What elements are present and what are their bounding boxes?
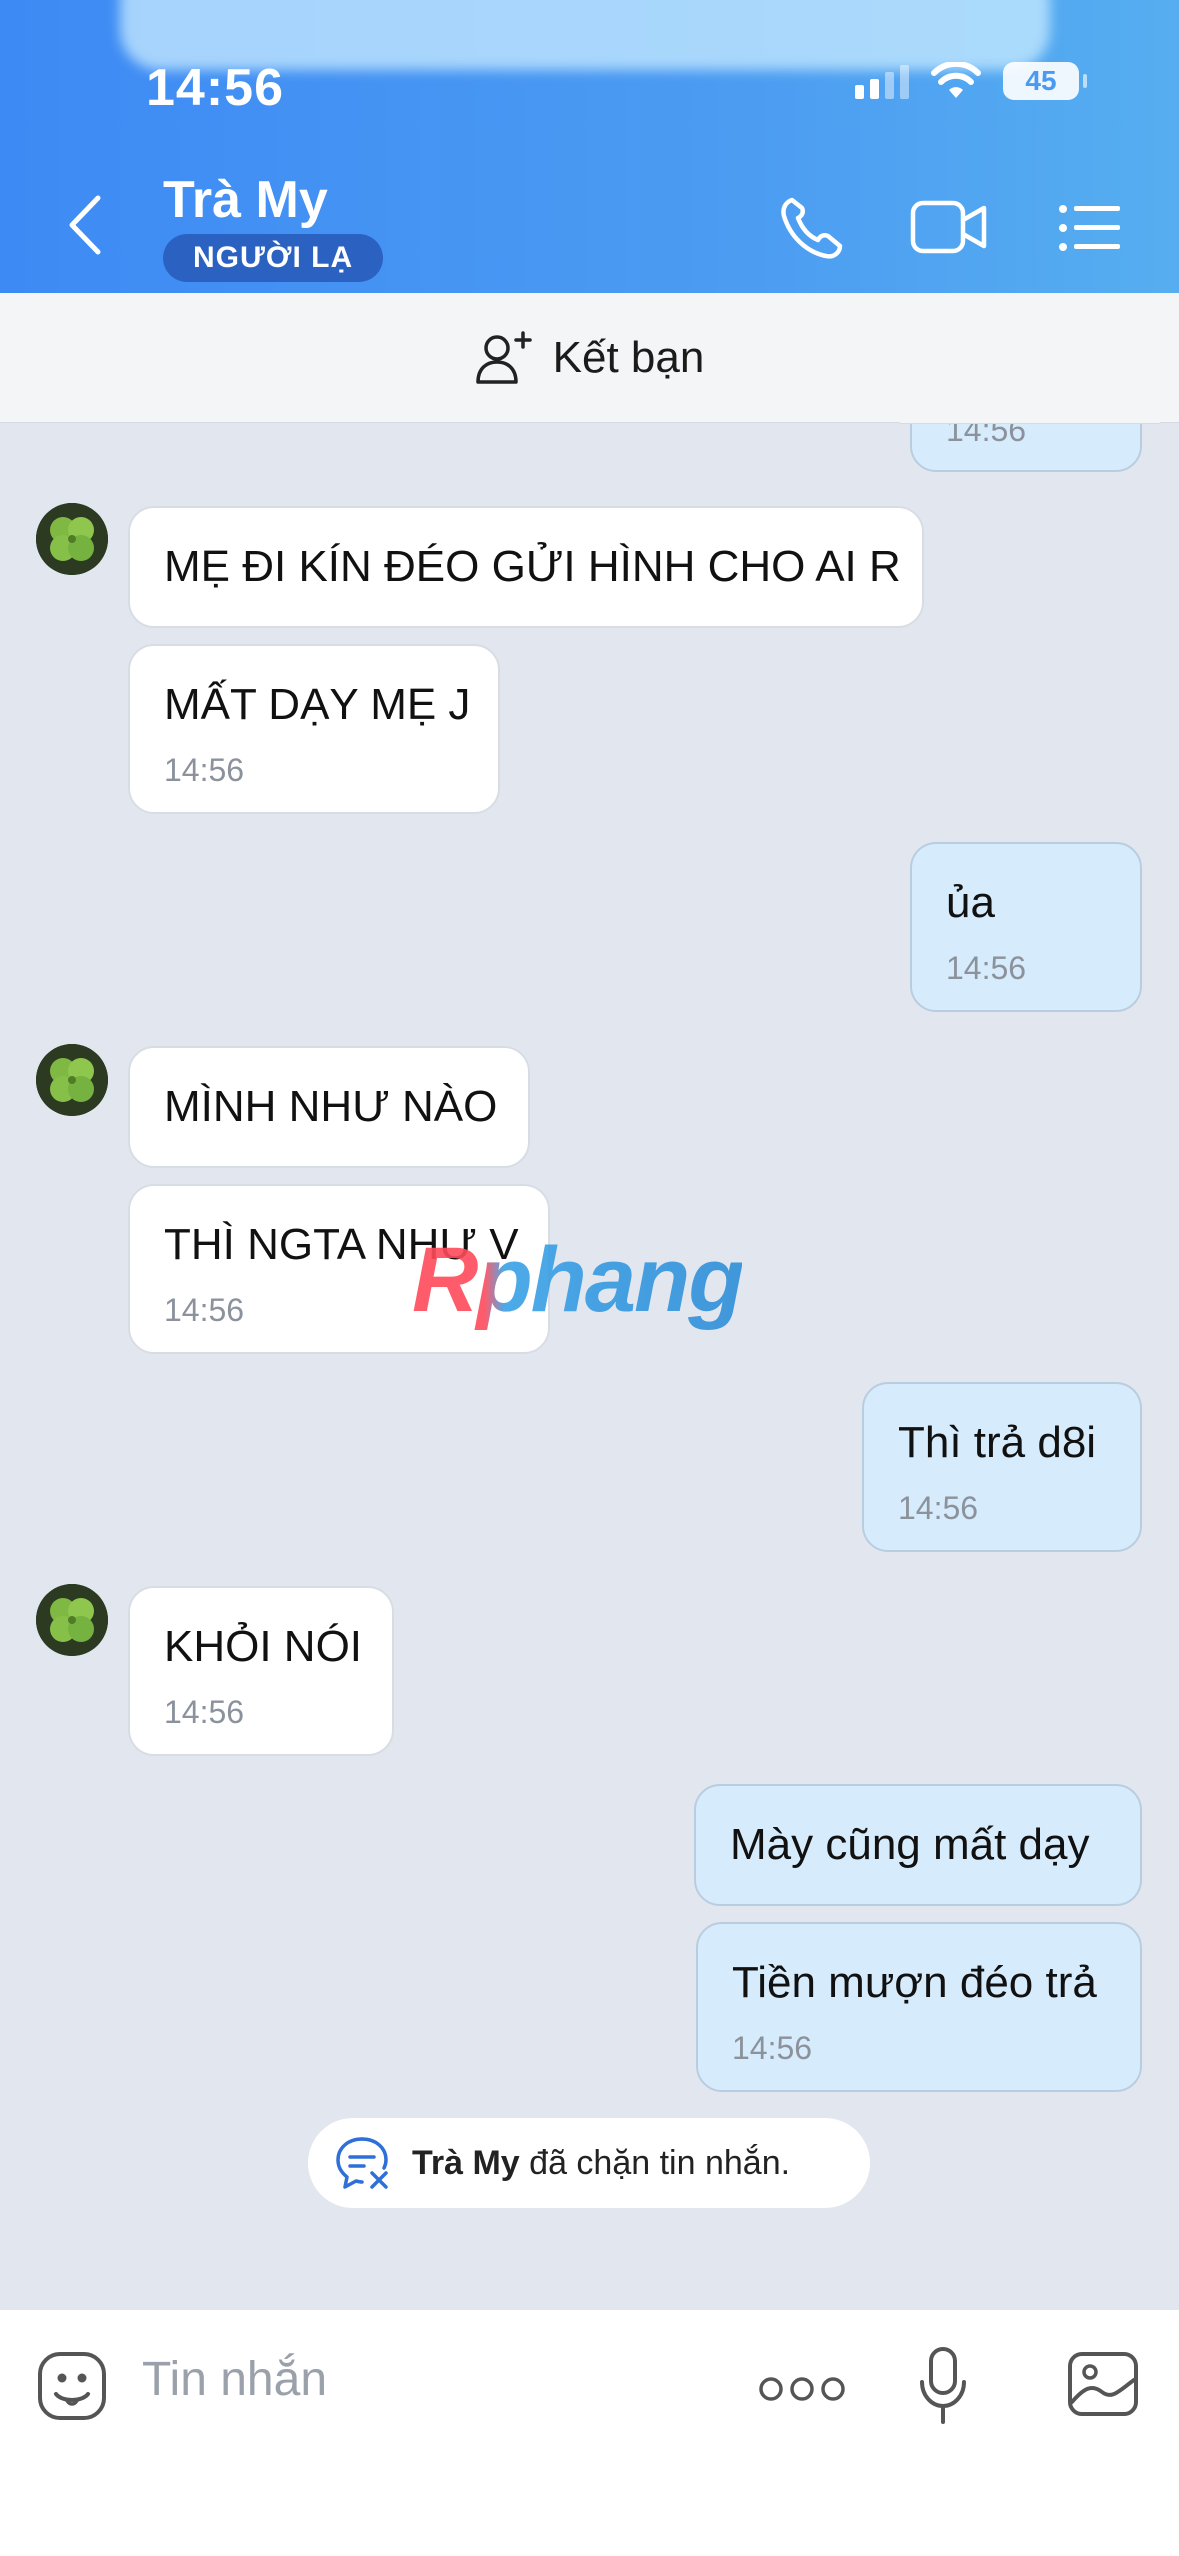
blocked-message-icon [336,2137,388,2189]
message-time: 14:56 [164,1694,245,1730]
message-bubble-incoming[interactable]: MÌNH NHƯ NÀO [128,1046,530,1168]
clover-icon [36,1584,108,1656]
more-options-icon[interactable] [758,2374,846,2404]
message-bubble-outgoing[interactable]: ủa 14:56 [910,842,1142,1012]
message-text: MẤT DẠY MẸ J [164,680,471,729]
video-call-icon[interactable] [910,198,988,256]
microphone-icon[interactable] [918,2346,968,2426]
contact-avatar[interactable] [36,503,108,575]
message-text: MÌNH NHƯ NÀO [164,1082,498,1131]
message-text: Tiền mượn đéo trả [732,1958,1097,2007]
message-text: ủa [946,878,995,927]
blocked-notice: Trà My đã chặn tin nhắn. [308,2118,870,2208]
phone-call-icon[interactable] [778,196,846,260]
message-bubble-outgoing[interactable]: Thì trả d8i 14:56 [862,1382,1142,1552]
message-text: Mày cũng mất dạy [730,1820,1090,1869]
blocked-notice-name: Trà My [412,2143,520,2182]
message-text: KHỎI NÓI [164,1622,363,1671]
battery-icon: 45 [1003,62,1087,100]
wifi-icon [931,62,981,98]
contact-avatar[interactable] [36,1584,108,1656]
clover-icon [36,1044,108,1116]
back-arrow-icon[interactable] [60,190,110,260]
contact-avatar[interactable] [36,1044,108,1116]
chat-header: 14:56 45 Trà My NGƯỜI LẠ [0,0,1179,293]
message-bubble-incoming[interactable]: MẸ ĐI KÍN ĐÉO GỬI HÌNH CHO AI R [128,506,924,628]
blocked-notice-message: đã chặn tin nhắn. [529,2143,791,2182]
emoji-sticker-icon[interactable] [36,2350,108,2422]
message-time: 14:56 [164,752,245,788]
message-time: 14:56 [898,1490,979,1526]
menu-list-icon[interactable] [1058,204,1120,252]
message-input[interactable]: Tin nhắn [142,2352,327,2407]
watermark-logo: Rphang [412,1229,744,1331]
message-bubble-outgoing[interactable]: Tiền mượn đéo trả 14:56 [696,1922,1142,2092]
message-text: Thì trả d8i [898,1418,1097,1467]
message-time: 14:56 [164,1292,245,1328]
add-friend-label: Kết bạn [552,332,705,382]
status-time: 14:56 [146,59,284,117]
add-friend-icon [475,330,532,384]
bar-overlap [900,380,1160,424]
message-bubble-incoming[interactable]: KHỎI NÓI 14:56 [128,1586,394,1756]
message-input-bar: Tin nhắn [0,2310,1179,2556]
message-bubble-outgoing[interactable]: Mày cũng mất dạy [694,1784,1142,1906]
message-time: 14:56 [732,2030,813,2066]
blocked-notice-text: Trà My đã chặn tin nhắn. [412,2144,790,2183]
contact-name[interactable]: Trà My [163,170,328,230]
message-text: MẸ ĐI KÍN ĐÉO GỬI HÌNH CHO AI R [164,542,901,591]
message-bubble-incoming[interactable]: MẤT DẠY MẸ J 14:56 [128,644,500,814]
stranger-badge: NGƯỜI LẠ [163,234,384,282]
cellular-signal-icon [855,63,909,99]
message-time: 14:56 [946,950,1027,986]
clover-icon [36,503,108,575]
image-gallery-icon[interactable] [1066,2350,1140,2418]
status-icons: 45 [855,62,1087,100]
